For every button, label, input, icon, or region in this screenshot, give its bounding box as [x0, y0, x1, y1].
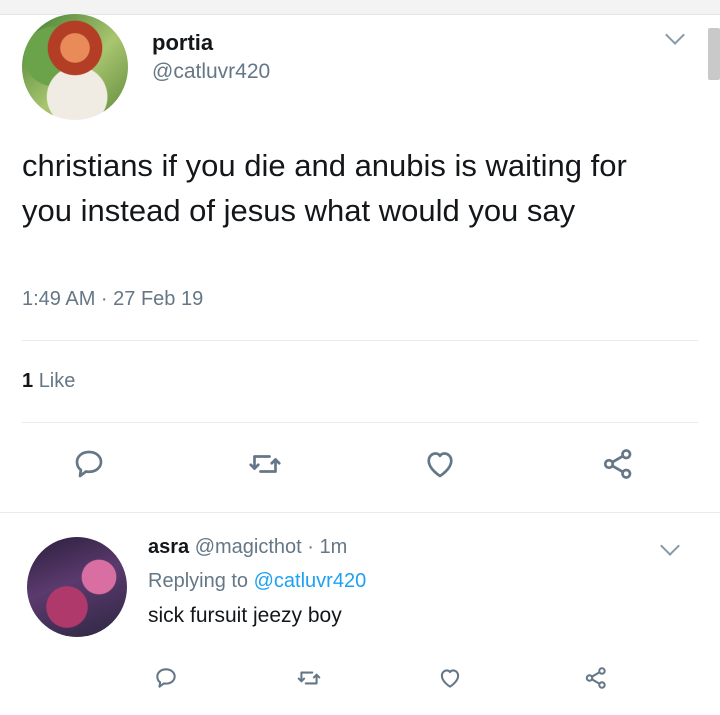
- tweet-separator: [0, 512, 720, 513]
- top-border: [0, 0, 720, 15]
- reply-icon: [75, 450, 103, 478]
- replying-to-mention[interactable]: @catluvr420: [254, 570, 367, 592]
- reply-header: asra @magicthot · 1m: [148, 536, 347, 559]
- display-name[interactable]: portia: [152, 30, 213, 56]
- share-icon: [585, 667, 606, 689]
- share-button[interactable]: [596, 442, 640, 486]
- tweet-timestamp[interactable]: 1:49 AM · 27 Feb 19: [22, 288, 203, 311]
- avatar[interactable]: [22, 14, 128, 120]
- heart-icon: [440, 669, 460, 688]
- like-count-label: Like: [38, 370, 76, 392]
- retweet-icon: [249, 455, 281, 473]
- scrollbar[interactable]: [708, 28, 720, 80]
- share-button[interactable]: [574, 656, 618, 700]
- user-handle[interactable]: @catluvr420: [152, 60, 270, 84]
- replying-to: Replying to @catluvr420: [148, 570, 366, 593]
- like-button[interactable]: [418, 442, 462, 486]
- like-button[interactable]: [428, 656, 472, 700]
- reply-display-name[interactable]: asra: [148, 536, 189, 558]
- reply-button[interactable]: [144, 656, 188, 700]
- chevron-down-icon[interactable]: [665, 25, 685, 45]
- divider: [22, 340, 698, 341]
- retweet-icon: [297, 671, 321, 685]
- like-count-number: 1: [22, 370, 34, 392]
- divider: [22, 422, 698, 423]
- replying-to-prefix: Replying to: [148, 570, 249, 592]
- like-count[interactable]: 1 Like: [22, 370, 75, 393]
- reply-avatar[interactable]: [27, 537, 127, 637]
- reply-text: sick fursuit jeezy boy: [148, 604, 342, 627]
- chevron-down-icon[interactable]: [660, 536, 680, 556]
- reply-icon: [156, 668, 176, 688]
- reply-button[interactable]: [67, 442, 111, 486]
- retweet-button[interactable]: [243, 442, 287, 486]
- share-icon: [603, 449, 632, 479]
- tweet-text: christians if you die and anubis is wait…: [22, 148, 627, 228]
- reply-handle[interactable]: @magicthot: [195, 536, 302, 558]
- separator-dot: ·: [307, 536, 314, 558]
- heart-icon: [427, 452, 453, 478]
- reply-time[interactable]: 1m: [320, 536, 348, 558]
- retweet-button[interactable]: [287, 656, 331, 700]
